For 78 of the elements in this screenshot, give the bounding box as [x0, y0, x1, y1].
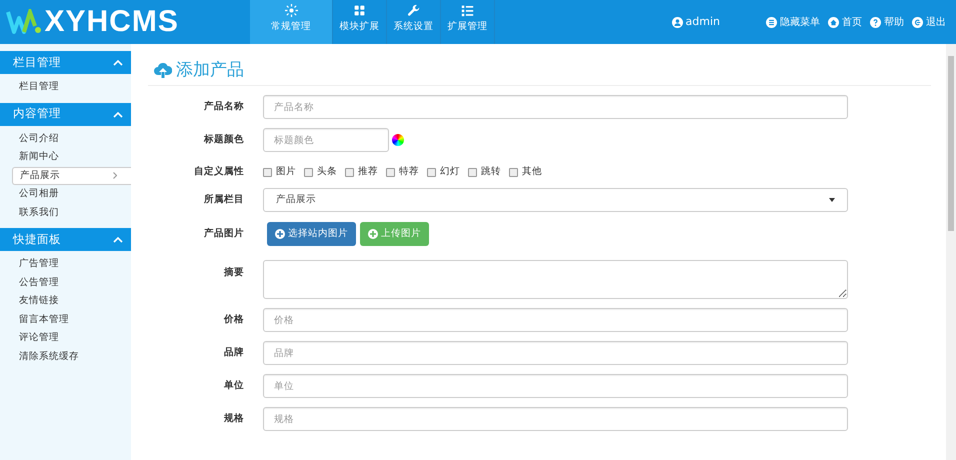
header-link[interactable]: 帮助 [870, 14, 904, 30]
sidebar-item[interactable]: 栏目管理 [0, 78, 131, 96]
textarea-field[interactable] [263, 260, 848, 300]
menu-icon [766, 16, 777, 28]
input-field[interactable]: 价格 [263, 308, 848, 332]
field-label: 品牌 [223, 346, 245, 360]
field-label: 产品名称 [203, 100, 245, 114]
checkbox-label: 其他 [522, 165, 542, 179]
input-field[interactable]: 标题颜色 [263, 128, 389, 152]
checkbox[interactable] [345, 168, 354, 177]
nav-tab[interactable]: 系统设置 [387, 0, 441, 44]
checkbox[interactable] [263, 168, 272, 177]
field-label: 自定义属性 [193, 165, 245, 179]
sidebar-item[interactable]: 产品展示 [12, 166, 131, 185]
nav-tab[interactable]: 扩展管理 [441, 0, 495, 44]
logout-icon [912, 16, 923, 28]
user-icon [672, 16, 683, 28]
wrench-icon [407, 4, 420, 17]
checkbox-label: 推荐 [358, 165, 378, 179]
checkbox[interactable] [509, 168, 518, 177]
checkbox-label: 特荐 [399, 165, 419, 179]
color-wheel-icon[interactable] [392, 134, 404, 146]
sidebar-item[interactable]: 清除系统缓存 [0, 348, 131, 366]
header-link[interactable]: 退出 [912, 14, 946, 30]
sidebar-item[interactable]: 评论管理 [0, 329, 131, 348]
sidebar-item[interactable]: 公司相册 [0, 185, 131, 204]
checkbox[interactable] [386, 168, 395, 177]
sun-icon [284, 4, 298, 17]
home-icon [828, 16, 839, 28]
checkbox-label: 图片 [276, 165, 296, 179]
help-icon [870, 16, 881, 28]
field-label: 规格 [222, 412, 245, 426]
field-label: 产品图片 [203, 227, 245, 242]
logo-text: XYHCMS [44, 7, 179, 37]
header-link[interactable]: 首页 [828, 14, 862, 30]
checkbox-label: 幻灯 [440, 165, 460, 179]
page-title: 添加产品 [176, 58, 244, 82]
input-field[interactable]: 规格 [263, 407, 848, 432]
user-link[interactable]: admin [672, 14, 720, 30]
sidebar-group-header[interactable]: 快捷面板 [0, 228, 131, 251]
nav-tab[interactable]: 模块扩展 [333, 0, 387, 44]
sidebar-item[interactable]: 留言本管理 [0, 310, 131, 329]
plus-circle-icon [368, 229, 378, 240]
input-field[interactable]: 品牌 [263, 341, 848, 366]
cloud-upload-icon [154, 62, 172, 78]
nav-tab[interactable]: 常规管理 [250, 0, 333, 44]
scrollbar[interactable] [946, 44, 956, 460]
scrollbar-thumb[interactable] [948, 56, 954, 231]
field-label: 所属栏目 [203, 193, 245, 208]
checkbox[interactable] [427, 168, 436, 177]
sidebar-item[interactable]: 广告管理 [0, 255, 131, 274]
grid-icon [353, 4, 366, 17]
field-label: 价格 [222, 313, 245, 328]
checkbox-label: 头条 [317, 165, 337, 179]
input-field[interactable]: 单位 [263, 374, 848, 398]
caret-icon [829, 198, 835, 202]
logo-mark-icon [6, 9, 42, 35]
sidebar-item[interactable]: 友情链接 [0, 292, 131, 310]
sidebar-item[interactable]: 新闻中心 [0, 148, 131, 166]
list-icon [461, 4, 474, 17]
sidebar-group-header[interactable]: 内容管理 [0, 102, 131, 126]
plus-circle-icon [275, 229, 285, 240]
field-label: 摘要 [222, 266, 245, 280]
sidebar-group-header[interactable]: 栏目管理 [0, 51, 131, 74]
checkbox-label: 跳转 [481, 165, 501, 179]
header-link[interactable]: 隐藏菜单 [766, 14, 820, 30]
checkbox[interactable] [468, 168, 477, 177]
field-label: 单位 [223, 379, 245, 394]
field-label: 标题颜色 [202, 132, 245, 147]
checkbox[interactable] [304, 168, 313, 177]
sidebar-item[interactable]: 公司介绍 [0, 130, 131, 148]
upload-button[interactable]: 上传图片 [360, 222, 429, 246]
input-field[interactable]: 产品名称 [263, 95, 848, 119]
sidebar-item[interactable]: 公告管理 [0, 274, 131, 292]
sidebar-item[interactable]: 联系我们 [0, 204, 131, 222]
select-field[interactable]: 产品展示 [263, 188, 848, 212]
upload-button[interactable]: 选择站内图片 [267, 222, 356, 246]
chevron-right-icon [113, 172, 117, 180]
